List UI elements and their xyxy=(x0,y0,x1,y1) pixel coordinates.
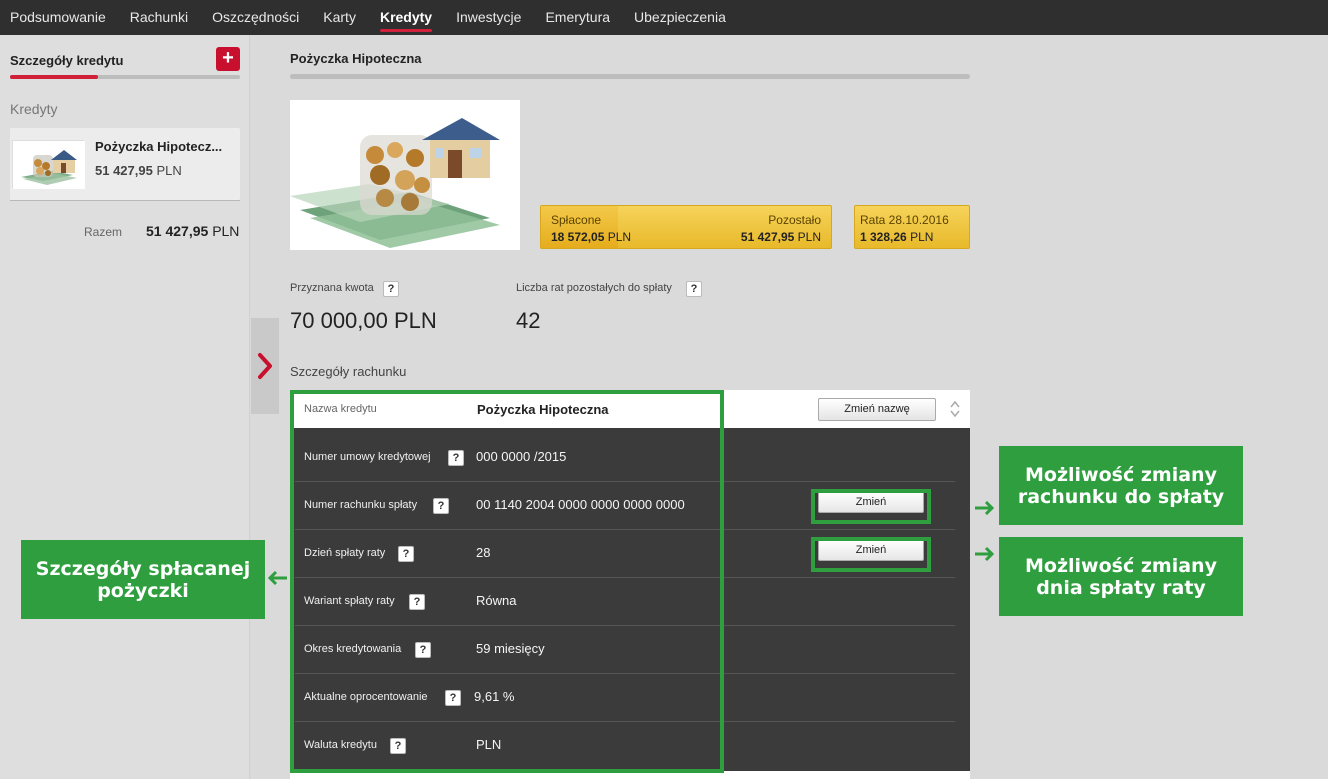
detail-value: 00 1140 2004 0000 0000 0000 0000 xyxy=(476,497,685,512)
detail-row-repayment-variant: Wariant spłaty raty ? Równa xyxy=(295,578,955,626)
remaining-amount: 51 427,95 PLN xyxy=(740,230,821,244)
detail-label: Numer umowy kredytowej xyxy=(304,451,431,463)
chevron-right-icon xyxy=(258,353,272,379)
total-label: Razem xyxy=(84,225,123,239)
loan-item-name: Pożyczka Hipotecz... xyxy=(95,139,223,154)
detail-label: Waluta kredytu xyxy=(304,739,377,751)
detail-row-contract-number: Numer umowy kredytowej ? 000 0000 /2015 xyxy=(295,434,955,482)
details-footer-strip xyxy=(290,771,970,779)
detail-value: Równa xyxy=(476,593,517,608)
sidebar-section-label: Kredyty xyxy=(10,101,58,117)
rename-button[interactable]: Zmień nazwę xyxy=(818,398,936,421)
nav-item-kredyty[interactable]: Kredyty xyxy=(368,0,444,35)
help-icon[interactable]: ? xyxy=(433,498,449,514)
detail-label: Numer rachunku spłaty xyxy=(304,499,418,511)
help-icon[interactable]: ? xyxy=(398,546,414,562)
loan-details-table: Numer umowy kredytowej ? 000 0000 /2015 … xyxy=(290,428,970,771)
loan-name-row: Nazwa kredytu Pożyczka Hipoteczna Zmień … xyxy=(290,390,970,428)
detail-value: 59 miesięcy xyxy=(476,641,545,656)
installment-label: Rata 28.10.2016 xyxy=(860,213,949,227)
loan-name-label: Nazwa kredytu xyxy=(304,403,377,415)
account-details-label: Szczegóły rachunku xyxy=(290,364,407,379)
total-value: 51 427,95 PLN xyxy=(146,223,240,239)
sidebar-divider xyxy=(10,200,240,201)
detail-label: Dzień spłaty raty xyxy=(304,547,386,559)
title-underline xyxy=(290,74,970,79)
detail-row-interest-rate: Aktualne oprocentowanie ? 9,61 % xyxy=(295,674,955,722)
loan-name-value: Pożyczka Hipoteczna xyxy=(477,402,609,417)
repayment-progress-bar: Spłacone 18 572,05 PLN Pozostało 51 427,… xyxy=(540,205,832,249)
help-icon[interactable]: ? xyxy=(415,642,431,658)
next-installment-box: Rata 28.10.2016 1 328,26 PLN xyxy=(854,205,970,249)
help-icon[interactable]: ? xyxy=(445,690,461,706)
detail-value: 000 0000 /2015 xyxy=(476,449,567,464)
loan-item-amount: 51 427,95 PLN xyxy=(95,163,182,178)
change-account-button[interactable]: Zmień xyxy=(818,491,924,513)
nav-item-ubezpieczenia[interactable]: Ubezpieczenia xyxy=(622,0,738,35)
change-payment-day-button[interactable]: Zmień xyxy=(818,539,924,561)
remaining-installments-help-icon[interactable]: ? xyxy=(686,281,702,297)
arrow-right-icon xyxy=(975,500,995,516)
detail-label: Okres kredytowania xyxy=(304,643,402,655)
remaining-installments-label: Liczba rat pozostałych do spłaty xyxy=(516,282,672,294)
add-loan-button[interactable]: + xyxy=(216,47,240,71)
nav-item-karty[interactable]: Karty xyxy=(311,0,368,35)
help-icon[interactable]: ? xyxy=(448,450,464,466)
nav-item-rachunki[interactable]: Rachunki xyxy=(118,0,200,35)
callout-change-day: Możliwość zmiany dnia spłaty raty xyxy=(999,537,1243,616)
page-title: Pożyczka Hipoteczna xyxy=(290,51,422,66)
callout-loan-details: Szczegóły spłacanej pożyczki xyxy=(21,540,265,619)
loan-hero-image xyxy=(290,100,520,250)
detail-label: Wariant spłaty raty xyxy=(304,595,395,607)
remaining-installments-value: 42 xyxy=(516,308,541,333)
paid-label: Spłacone xyxy=(551,213,602,227)
detail-row-currency: Waluta kredytu ? PLN xyxy=(295,722,955,770)
sidebar: Szczegóły kredytu + Kredyty Pożyczka Hip… xyxy=(0,35,250,779)
sidebar-title: Szczegóły kredytu xyxy=(10,53,124,68)
loan-thumbnail-image xyxy=(12,140,85,189)
detail-value: 28 xyxy=(476,545,491,560)
detail-row-loan-period: Okres kredytowania ? 59 miesięcy xyxy=(295,626,955,674)
detail-row-repayment-account: Numer rachunku spłaty ? 00 1140 2004 000… xyxy=(295,482,955,530)
installment-amount: 1 328,26 PLN xyxy=(860,230,934,244)
nav-item-podsumowanie[interactable]: Podsumowanie xyxy=(0,0,118,35)
help-icon[interactable]: ? xyxy=(390,738,406,754)
arrow-left-icon xyxy=(267,570,287,586)
help-icon[interactable]: ? xyxy=(409,594,425,610)
detail-row-payment-day: Dzień spłaty raty ? 28 Zmień xyxy=(295,530,955,578)
detail-value: 9,61 % xyxy=(474,689,515,704)
callout-change-account: Możliwość zmiany rachunku do spłaty xyxy=(999,446,1243,525)
sidebar-toggle-tab[interactable] xyxy=(251,318,279,414)
granted-amount-label: Przyznana kwota xyxy=(290,282,374,294)
nav-item-inwestycje[interactable]: Inwestycje xyxy=(444,0,533,35)
paid-amount: 18 572,05 PLN xyxy=(551,230,632,244)
reorder-icon[interactable] xyxy=(950,400,960,418)
detail-value: PLN xyxy=(476,737,502,752)
detail-label: Aktualne oprocentowanie xyxy=(304,691,428,703)
remaining-label: Pozostało xyxy=(768,213,821,227)
arrow-right-icon xyxy=(975,546,995,562)
sidebar-title-underline xyxy=(10,75,240,79)
granted-help-icon[interactable]: ? xyxy=(383,281,399,297)
loan-list-item[interactable]: Pożyczka Hipotecz... 51 427,95 PLN xyxy=(10,128,240,200)
nav-item-emerytura[interactable]: Emerytura xyxy=(533,0,622,35)
top-navigation: Podsumowanie Rachunki Oszczędności Karty… xyxy=(0,0,1328,35)
granted-amount-value: 70 000,00 PLN xyxy=(290,308,437,333)
nav-item-oszczednosci[interactable]: Oszczędności xyxy=(200,0,311,35)
